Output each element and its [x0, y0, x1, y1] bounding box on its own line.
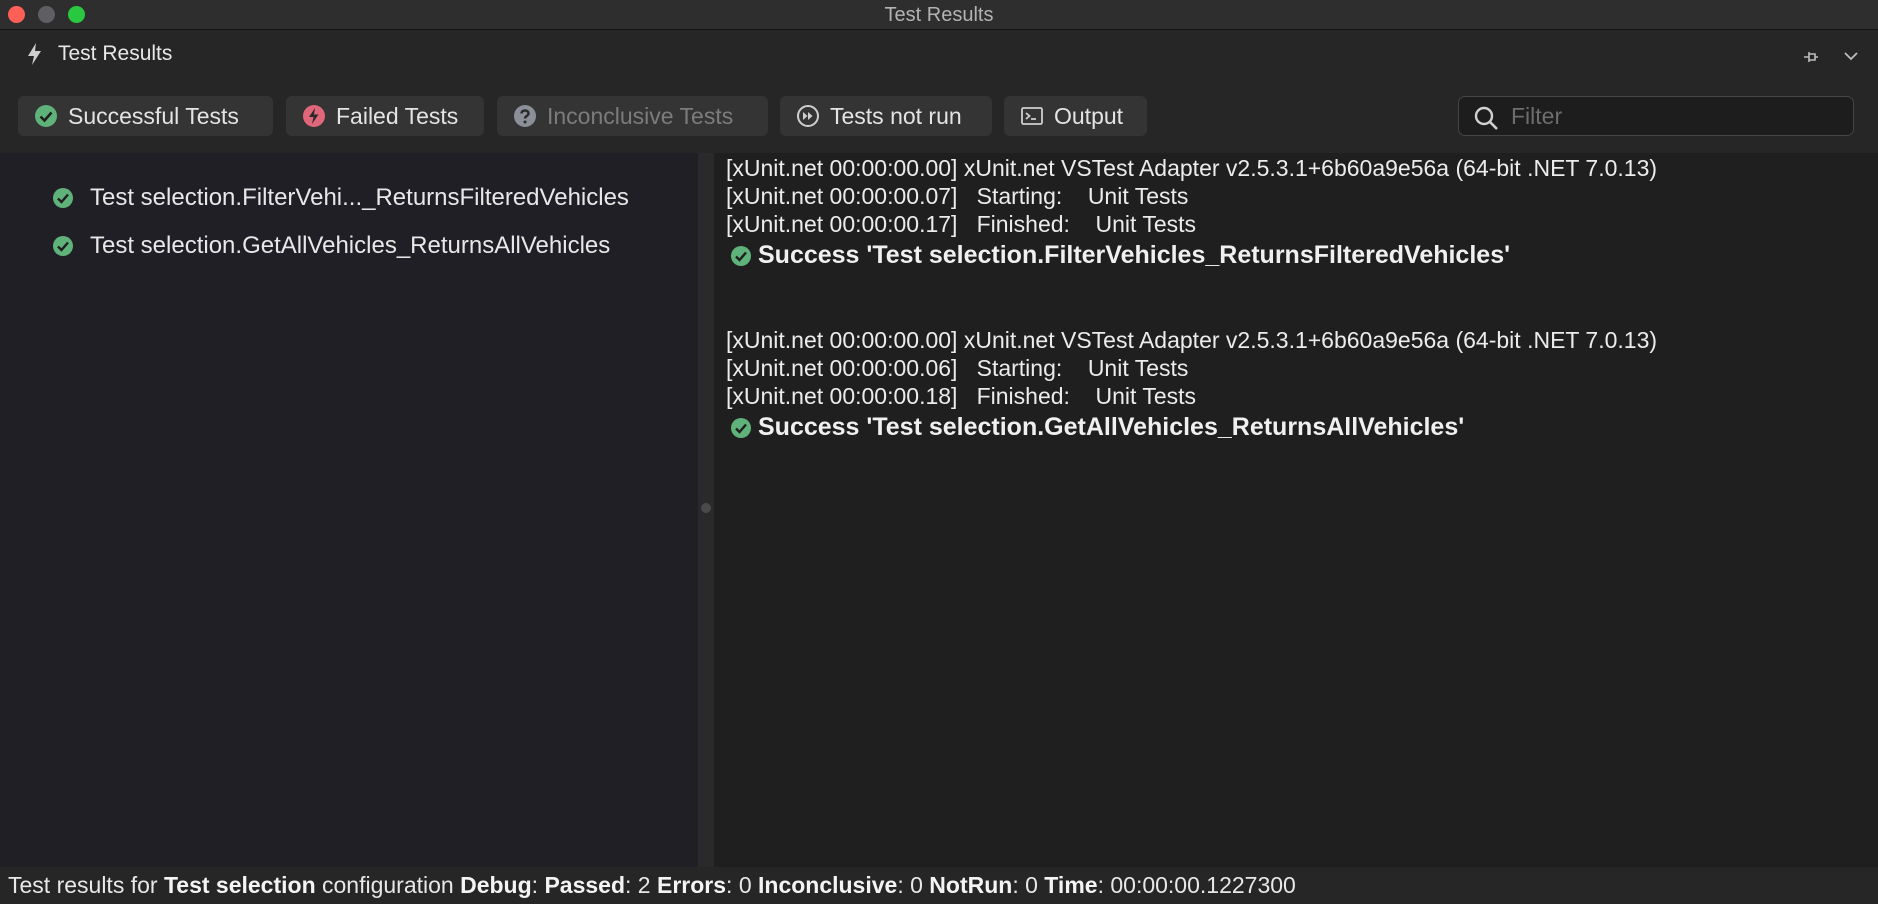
status-config: Debug [460, 872, 532, 898]
status-selection: Test selection [163, 872, 316, 898]
status-colon: : [726, 872, 739, 898]
lightning-icon [28, 43, 41, 65]
status-errors-label: Errors [656, 872, 727, 898]
log-line: [xUnit.net 00:00:00.18] Finished: Unit T… [726, 383, 1197, 409]
status-config-label: configuration [315, 872, 461, 898]
question-circle-icon [514, 105, 536, 127]
status-passed-label: Passed [544, 872, 626, 898]
filter-box [1458, 96, 1854, 136]
terminal-icon [1021, 107, 1043, 125]
status-errors-count: 0 [738, 872, 752, 898]
status-inconclusive-count: 0 [910, 872, 923, 898]
chevron-down-icon[interactable] [1843, 50, 1859, 62]
success-text: Success 'Test selection.GetAllVehicles_R… [758, 413, 1465, 441]
filter-input[interactable] [1511, 101, 1841, 131]
title-bar: Test Results [0, 0, 1878, 30]
log-line: [xUnit.net 00:00:00.00] xUnit.net VSTest… [726, 155, 1658, 181]
successful-tests-button[interactable]: Successful Tests [18, 96, 273, 136]
splitter-grip[interactable] [701, 503, 711, 513]
search-icon [1474, 106, 1498, 130]
log-line: [xUnit.net 00:00:00.06] Starting: Unit T… [726, 355, 1189, 381]
pane-splitter[interactable] [698, 153, 714, 867]
status-colon: : [531, 872, 545, 898]
status-colon: : [625, 872, 638, 898]
check-circle-icon [731, 417, 751, 438]
log-line: [xUnit.net 00:00:00.00] xUnit.net VSTest… [726, 327, 1658, 353]
pad-title: Test Results [58, 42, 173, 65]
success-line: Success 'Test selection.FilterVehicles_R… [730, 241, 1510, 270]
check-circle-icon [53, 188, 73, 208]
pad-header: Test Results [0, 30, 1878, 78]
tree-item-label: Test selection.GetAllVehicles_ReturnsAll… [90, 232, 611, 259]
status-colon: : [1097, 872, 1111, 898]
tests-not-run-button[interactable]: Tests not run [780, 96, 992, 136]
failed-bolt-icon [303, 105, 325, 127]
window-title: Test Results [884, 4, 994, 26]
status-inconclusive-label: Inconclusive [758, 872, 898, 898]
output-pane: [xUnit.net 00:00:00.00] xUnit.net VSTest… [714, 153, 1878, 867]
status-passed-count: 2 [637, 872, 651, 898]
status-notrun-label: NotRun [929, 872, 1013, 898]
toolbar: Successful Tests Failed Tests Inconclusi… [0, 78, 1878, 153]
tests-not-run-label: Tests not run [830, 102, 962, 129]
tree-item-label: Test selection.FilterVehi..._ReturnsFilt… [90, 184, 629, 211]
status-notrun-count: 0 [1025, 872, 1038, 898]
status-colon: : [1012, 872, 1026, 898]
tree-item[interactable]: Test selection.FilterVehi..._ReturnsFilt… [52, 183, 629, 213]
inconclusive-tests-label: Inconclusive Tests [547, 102, 734, 129]
failed-tests-label: Failed Tests [336, 102, 459, 129]
success-line: Success 'Test selection.GetAllVehicles_R… [730, 413, 1464, 442]
status-colon: : [897, 872, 911, 898]
tree-item[interactable]: Test selection.GetAllVehicles_ReturnsAll… [52, 231, 610, 261]
status-time: 00:00:00.1227300 [1110, 872, 1296, 898]
log-line: [xUnit.net 00:00:00.07] Starting: Unit T… [726, 183, 1189, 209]
test-tree: Test selection.FilterVehi..._ReturnsFilt… [0, 153, 698, 867]
log-line: [xUnit.net 00:00:00.17] Finished: Unit T… [726, 211, 1197, 237]
check-circle-icon [53, 236, 73, 256]
fast-forward-icon [797, 105, 819, 127]
failed-tests-button[interactable]: Failed Tests [286, 96, 484, 136]
status-prefix: Test results for [8, 872, 164, 898]
successful-tests-label: Successful Tests [68, 102, 239, 129]
pin-icon[interactable] [1803, 50, 1819, 64]
check-circle-icon [35, 105, 57, 127]
status-bar: Test results for Test selection configur… [0, 867, 1878, 904]
check-circle-icon [731, 245, 751, 266]
output-button[interactable]: Output [1004, 96, 1147, 136]
success-text: Success 'Test selection.FilterVehicles_R… [758, 241, 1511, 269]
output-label: Output [1054, 102, 1124, 129]
inconclusive-tests-button[interactable]: Inconclusive Tests [497, 96, 768, 136]
status-time-label: Time [1044, 872, 1098, 898]
